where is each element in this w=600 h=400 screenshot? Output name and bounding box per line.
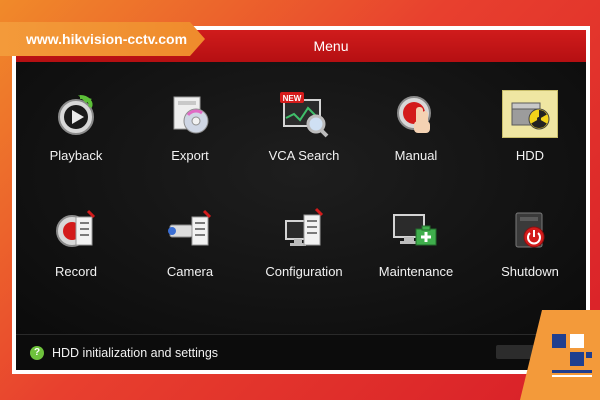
record-icon bbox=[48, 206, 104, 254]
configuration-icon bbox=[276, 206, 332, 254]
menu-item-vca-search[interactable]: NEW VCA Search bbox=[246, 82, 362, 182]
menu-item-configuration[interactable]: Configuration bbox=[246, 198, 362, 298]
company-logo bbox=[552, 334, 592, 377]
menu-item-camera[interactable]: Camera bbox=[132, 198, 248, 298]
menu-item-label: VCA Search bbox=[268, 148, 340, 163]
menu-item-hdd[interactable]: HDD bbox=[472, 82, 586, 182]
menu-item-label: Configuration bbox=[265, 264, 343, 279]
menu-item-label: Camera bbox=[166, 264, 214, 279]
menu-item-record[interactable]: Record bbox=[18, 198, 134, 298]
window-title: Menu bbox=[313, 38, 349, 54]
new-badge: NEW bbox=[283, 94, 302, 103]
menu-item-shutdown[interactable]: Shutdown bbox=[472, 198, 586, 298]
menu-item-label: Shutdown bbox=[501, 264, 559, 279]
manual-icon bbox=[388, 90, 444, 138]
menu-item-label: HDD bbox=[515, 148, 545, 163]
shutdown-icon bbox=[502, 206, 558, 254]
banner-url: www.hikvision-cctv.com bbox=[26, 31, 188, 47]
url-banner: www.hikvision-cctv.com bbox=[0, 22, 205, 56]
menu-item-maintenance[interactable]: Maintenance bbox=[358, 198, 474, 298]
menu-grid: Playback Export NEW VCA Search Manual HD… bbox=[16, 62, 586, 334]
maintenance-icon bbox=[388, 206, 444, 254]
menu-item-export[interactable]: Export bbox=[132, 82, 248, 182]
vca-search-icon: NEW bbox=[276, 90, 332, 138]
hdd-icon bbox=[502, 90, 558, 138]
camera-icon bbox=[162, 206, 218, 254]
menu-item-label: Maintenance bbox=[378, 264, 454, 279]
export-icon bbox=[162, 90, 218, 138]
status-text: HDD initialization and settings bbox=[52, 345, 219, 360]
playback-icon bbox=[48, 90, 104, 138]
status-bar: ? HDD initialization and settings bbox=[16, 334, 586, 370]
menu-item-label: Export bbox=[171, 148, 209, 163]
help-icon: ? bbox=[30, 345, 44, 360]
dvr-screen: Menu Playback Export NEW VCA Search Manu… bbox=[16, 30, 586, 370]
menu-item-manual[interactable]: Manual bbox=[358, 82, 474, 182]
menu-item-label: Record bbox=[55, 264, 97, 279]
menu-item-playback[interactable]: Playback bbox=[18, 82, 134, 182]
menu-item-label: Manual bbox=[394, 148, 438, 163]
menu-item-label: Playback bbox=[49, 148, 103, 163]
status-bar-button[interactable] bbox=[496, 345, 534, 359]
